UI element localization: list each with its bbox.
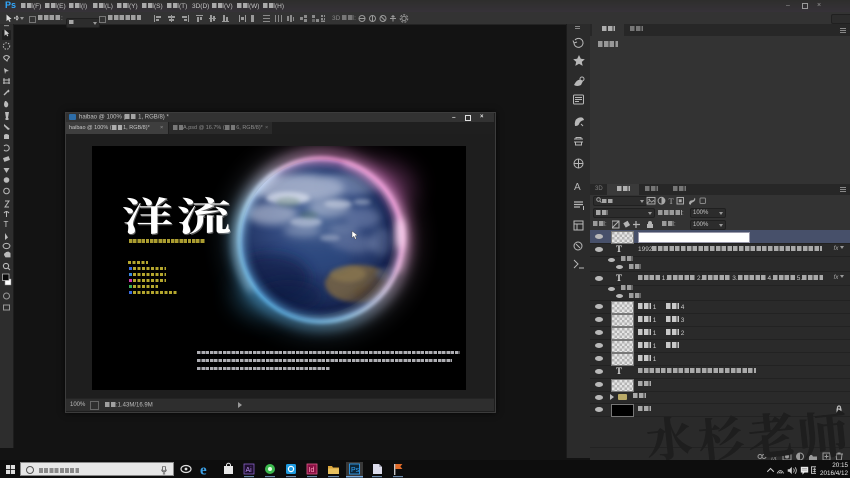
svg-text:T: T (669, 196, 675, 205)
svg-text:A: A (574, 182, 581, 193)
svg-text:Ps: Ps (351, 467, 360, 474)
svg-text:e: e (200, 463, 207, 478)
svg-text:Ai: Ai (246, 467, 253, 474)
svg-text:T: T (4, 220, 9, 229)
svg-text:Id: Id (309, 467, 315, 474)
